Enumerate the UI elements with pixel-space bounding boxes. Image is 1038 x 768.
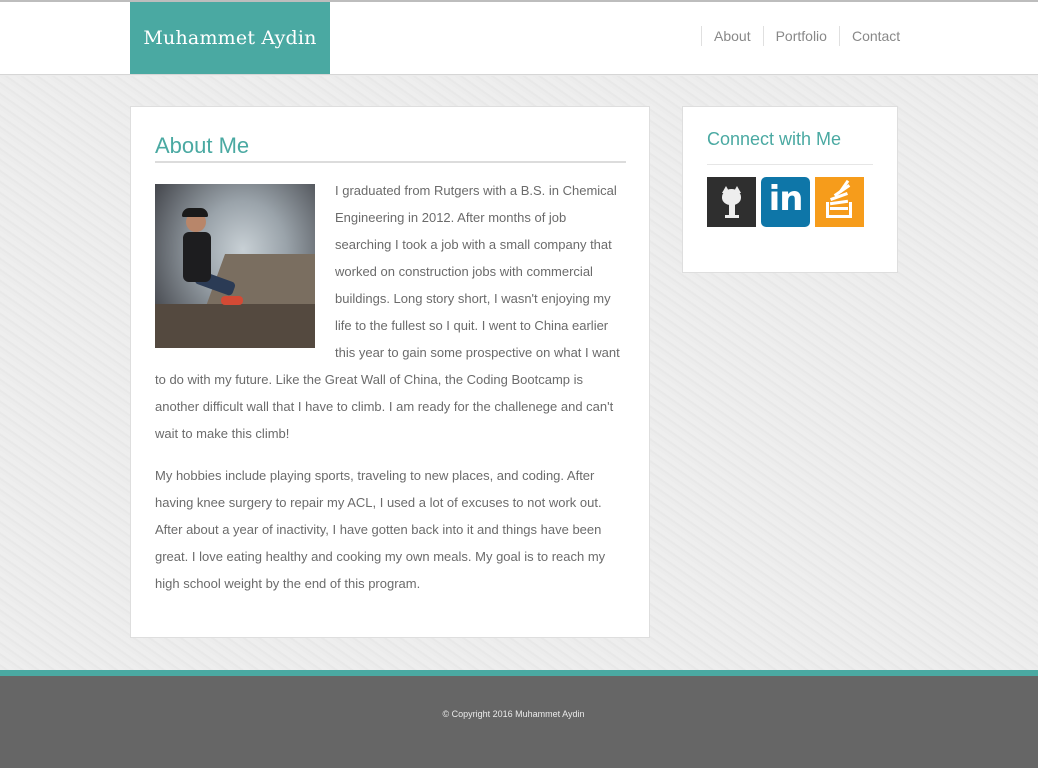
linkedin-icon: in	[768, 179, 804, 219]
about-paragraph-2: My hobbies include playing sports, trave…	[155, 468, 606, 591]
nav-about-link[interactable]: About	[701, 26, 763, 46]
connect-card: Connect with Me in	[682, 106, 898, 273]
brand-logo[interactable]: Muhammet Aydin	[130, 2, 330, 74]
main-nav: About Portfolio Contact	[701, 26, 912, 46]
about-card: About Me I graduated from Rutgers with a…	[130, 106, 650, 638]
about-paragraph-1: I graduated from Rutgers with a B.S. in …	[155, 183, 620, 441]
site-header: Muhammet Aydin About Portfolio Contact	[0, 2, 1038, 75]
linkedin-link[interactable]: in	[761, 177, 810, 227]
social-links: in	[707, 177, 864, 227]
copyright-text: © Copyright 2016 Muhammet Aydin	[442, 709, 585, 719]
site-footer: © Copyright 2016 Muhammet Aydin	[0, 676, 1038, 768]
about-title: About Me	[155, 133, 626, 163]
nav-portfolio-link[interactable]: Portfolio	[762, 26, 839, 46]
github-link[interactable]	[707, 177, 756, 227]
connect-title: Connect with Me	[707, 129, 873, 165]
nav-contact-link[interactable]: Contact	[838, 26, 912, 46]
stackoverflow-link[interactable]	[815, 177, 864, 227]
